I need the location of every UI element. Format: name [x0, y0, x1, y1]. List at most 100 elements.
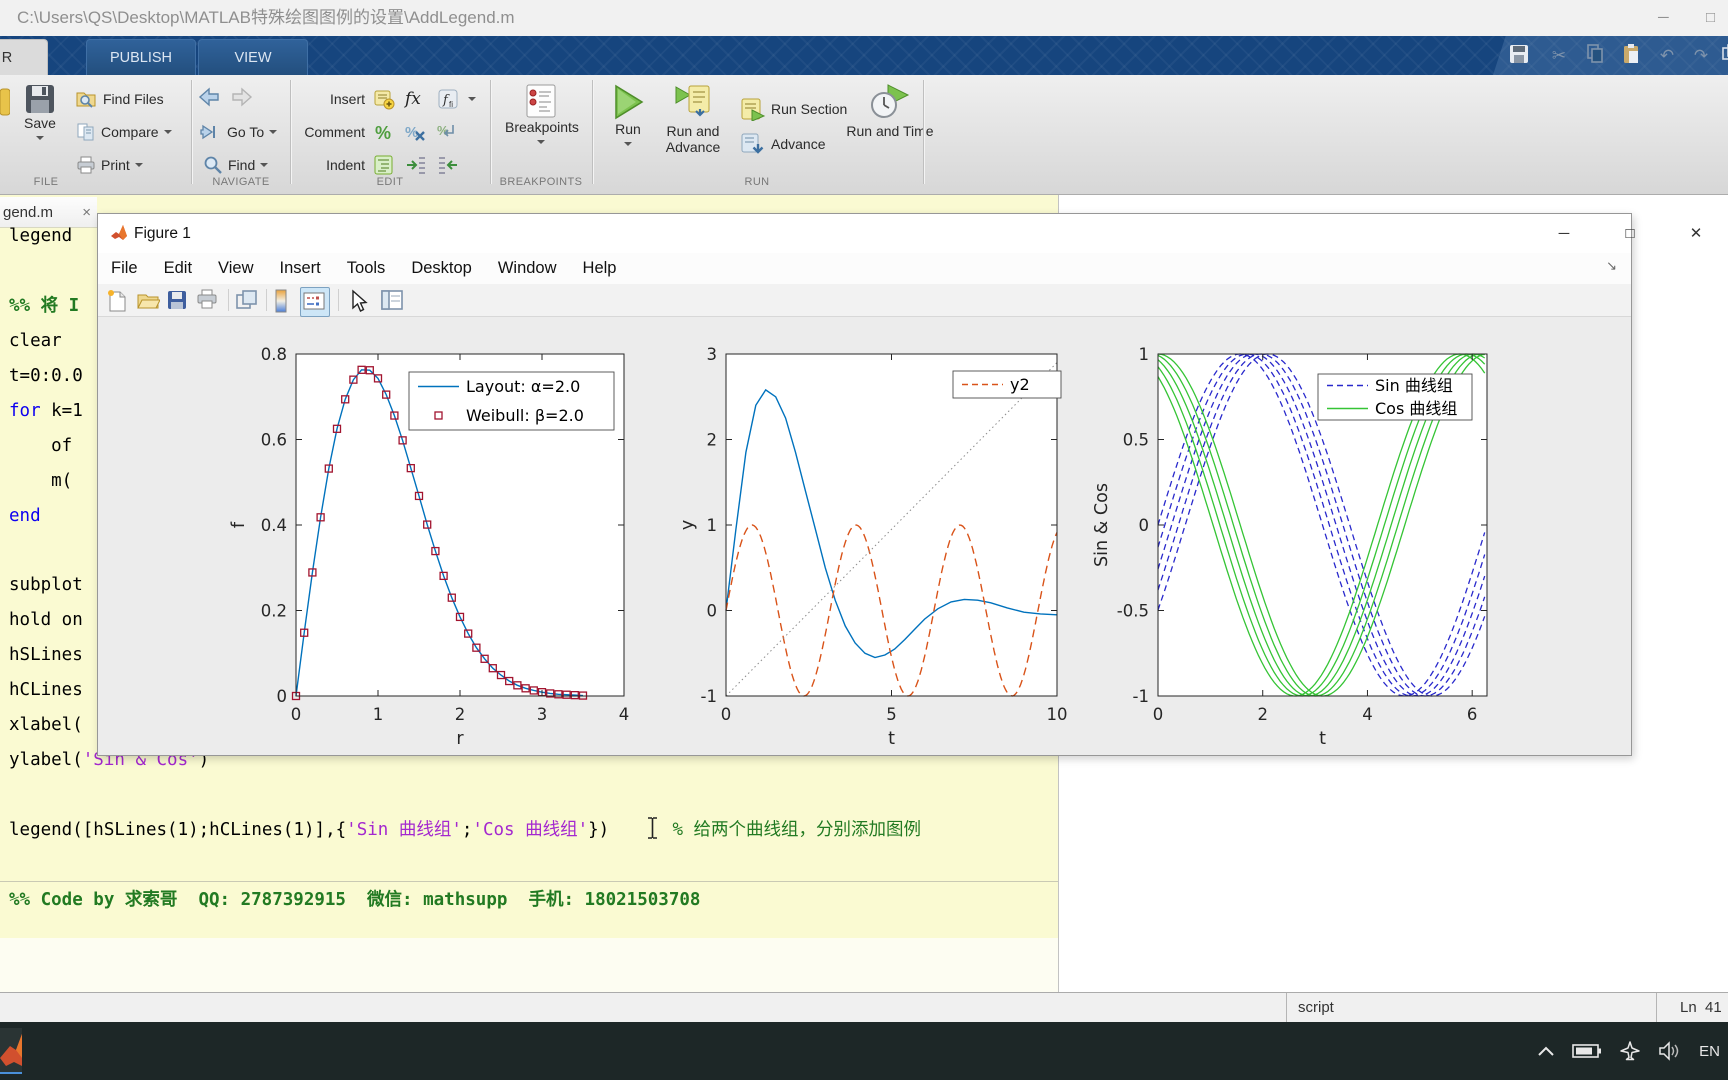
uncomment-icon[interactable]: %	[405, 121, 427, 143]
insert-function-icon[interactable]: f fi	[437, 88, 459, 110]
goto-label: Go To	[227, 124, 265, 140]
tab-view[interactable]: VIEW	[198, 39, 308, 75]
input-language[interactable]: EN	[1699, 1043, 1720, 1060]
comment-percent-icon[interactable]: %	[373, 121, 395, 143]
tab-editor-partial[interactable]: R	[0, 39, 48, 75]
svg-text:3: 3	[537, 705, 548, 724]
figure-minimize-button[interactable]: ─	[1541, 214, 1587, 253]
find-button[interactable]: Find	[203, 153, 269, 177]
svg-text:fi: fi	[449, 100, 453, 109]
figure-dock-icon[interactable]: ↘	[1606, 258, 1617, 274]
run-and-advance-label: Run and Advance	[665, 123, 721, 155]
open-file-icon[interactable]	[136, 289, 161, 313]
qat-paste-icon[interactable]	[1618, 43, 1644, 69]
qat-cut-icon[interactable]: ✂	[1546, 43, 1572, 69]
print-button[interactable]: Print	[76, 153, 143, 177]
insert-section-icon[interactable]	[373, 88, 395, 110]
insert-caret-icon[interactable]	[468, 97, 476, 105]
wrap-comment-icon[interactable]: %	[437, 121, 459, 143]
pointer-icon[interactable]	[348, 289, 372, 313]
qat-copy-icon[interactable]	[1582, 43, 1608, 69]
ribbon-toolbar: Save Find Files Compare Print Go To Find	[0, 75, 1728, 195]
svg-text:0.2: 0.2	[261, 602, 287, 621]
svg-text:Weibull: β=2.0: Weibull: β=2.0	[466, 406, 584, 425]
qat-undo-icon[interactable]: ↶	[1654, 43, 1680, 69]
airplane-mode-icon[interactable]	[1619, 1040, 1641, 1062]
svg-text:2: 2	[1257, 705, 1268, 724]
subplot-y2: 0 5 10-10123tyy2	[678, 345, 1068, 749]
breakpoints-caret-icon	[537, 140, 545, 148]
svg-text:1: 1	[1139, 345, 1150, 364]
editor-pane-bottom[interactable]	[0, 938, 1058, 992]
figure-menu-item[interactable]: File	[111, 259, 138, 278]
goto-button[interactable]: Go To	[200, 120, 278, 144]
ribbon-divider	[923, 80, 924, 184]
figure-titlebar[interactable]: Figure 1 ─ □ ✕	[98, 214, 1702, 253]
figure-menu-item[interactable]: Tools	[347, 259, 386, 278]
section-label-edit: EDIT	[376, 176, 404, 188]
tab-publish[interactable]: PUBLISH	[86, 39, 196, 75]
window-minimize-button[interactable]: ─	[1658, 0, 1669, 36]
figure-menu-item[interactable]: Desktop	[411, 259, 472, 278]
new-figure-icon[interactable]	[106, 289, 130, 313]
code-line[interactable]: %% Code by 求索哥 QQ: 2787392915 微信: mathsu…	[9, 883, 1054, 918]
run-and-time-label: Run and Time	[846, 123, 934, 139]
qat-redo-icon[interactable]: ↷	[1688, 43, 1714, 69]
taskbar-matlab-icon[interactable]	[0, 1028, 22, 1074]
tray-chevron-up-icon[interactable]	[1537, 1045, 1555, 1057]
window-maximize-button[interactable]: □	[1706, 0, 1715, 36]
back-arrow-icon[interactable]	[198, 87, 223, 109]
compare-button[interactable]: Compare	[76, 120, 172, 144]
svg-text:4: 4	[1362, 705, 1373, 724]
run-section-label: Run Section	[771, 101, 848, 117]
link-plot-icon[interactable]	[235, 289, 259, 313]
smart-indent-icon[interactable]	[373, 154, 395, 176]
svg-text:4: 4	[619, 705, 630, 724]
run-and-time-button[interactable]: Run and Time	[846, 83, 934, 139]
code-line[interactable]: legend([hSLines(1);hCLines(1)],{'Sin 曲线组…	[9, 813, 1054, 848]
figure-menu-item[interactable]: Window	[498, 259, 557, 278]
ribbon-tab-bar: R PUBLISH VIEW ✂ ↶ ↷	[0, 36, 1728, 75]
qat-window-icon[interactable]	[1718, 43, 1728, 69]
advance-button[interactable]: Advance	[740, 132, 825, 156]
figure-title: Figure 1	[134, 225, 191, 242]
find-label: Find	[228, 157, 256, 173]
figure-close-button[interactable]: ✕	[1673, 214, 1719, 253]
run-section-icon	[740, 97, 766, 122]
print-figure-icon[interactable]	[196, 289, 220, 313]
indent-right-icon[interactable]	[405, 154, 427, 176]
insert-legend-icon[interactable]	[300, 287, 330, 317]
insert-fx-icon[interactable]: fx	[405, 88, 421, 110]
breakpoints-icon	[522, 83, 560, 119]
figure-menu-item[interactable]: Help	[583, 259, 617, 278]
breakpoints-button[interactable]: Breakpoints	[505, 83, 579, 151]
forward-arrow-icon[interactable]	[228, 87, 253, 109]
save-button[interactable]: Save	[12, 83, 68, 147]
run-section-button[interactable]: Run Section	[740, 97, 848, 122]
code-line[interactable]	[9, 778, 1054, 813]
figure-maximize-button[interactable]: □	[1607, 214, 1653, 253]
property-inspector-icon[interactable]	[380, 289, 404, 313]
figure-menu-item[interactable]: View	[218, 259, 253, 278]
code-line[interactable]	[9, 848, 1054, 883]
run-button[interactable]: Run	[602, 83, 654, 153]
volume-icon[interactable]	[1658, 1041, 1682, 1061]
qat-save-icon[interactable]	[1506, 43, 1532, 69]
battery-icon[interactable]	[1572, 1043, 1602, 1059]
indent-left-icon[interactable]	[437, 154, 459, 176]
insert-colorbar-icon[interactable]	[274, 289, 298, 313]
svg-text:0.8: 0.8	[261, 345, 287, 364]
find-files-button[interactable]: Find Files	[76, 87, 164, 111]
svg-text:0: 0	[721, 705, 732, 724]
status-bar: script Ln 41	[0, 992, 1728, 1022]
figure-menu-item[interactable]: Insert	[280, 259, 321, 278]
figure-menu-item[interactable]: Edit	[164, 259, 192, 278]
svg-text:0: 0	[1153, 705, 1164, 724]
save-figure-icon[interactable]	[166, 289, 190, 313]
run-and-advance-button[interactable]: Run and Advance	[652, 83, 734, 155]
svg-text:0: 0	[707, 602, 718, 621]
svg-text:0.5: 0.5	[1123, 431, 1149, 450]
svg-text:5: 5	[886, 705, 897, 724]
goto-caret-icon	[269, 130, 278, 138]
svg-text:f: f	[229, 521, 249, 528]
